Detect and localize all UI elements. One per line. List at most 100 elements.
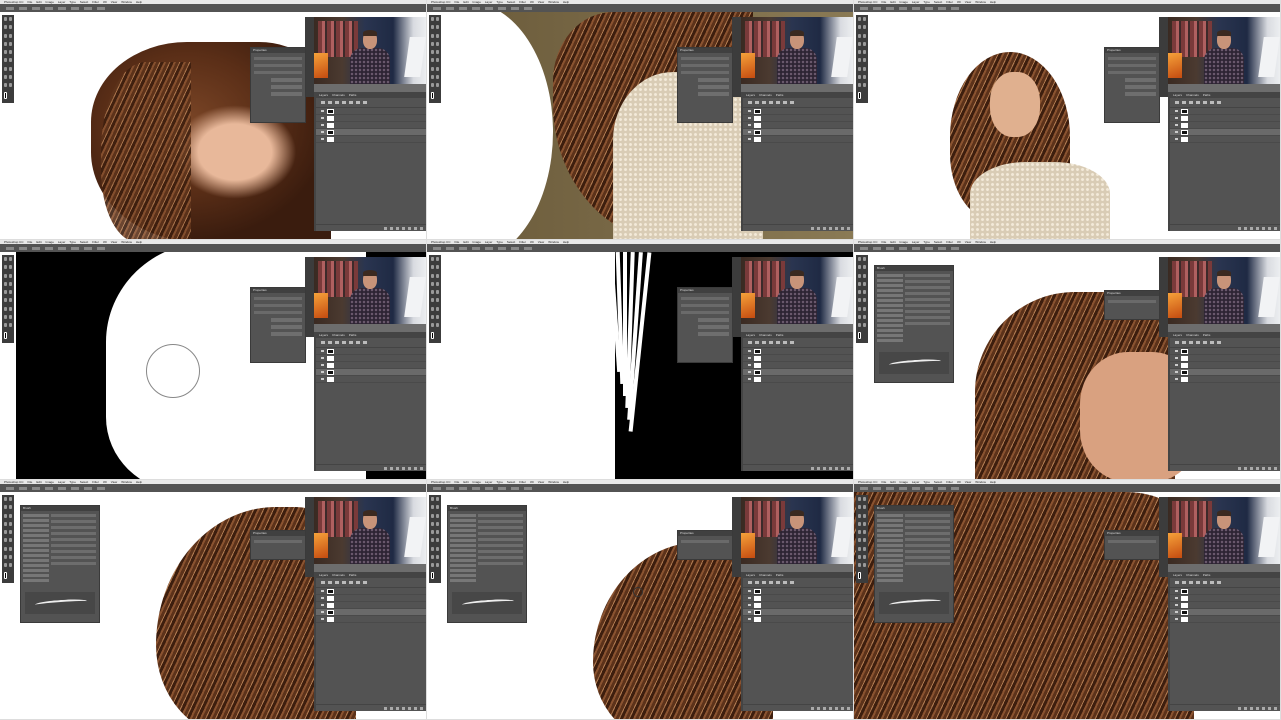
layer-control[interactable] — [755, 581, 759, 584]
layer-control[interactable] — [776, 341, 780, 344]
tool-icon[interactable] — [9, 75, 12, 80]
layer-control[interactable] — [762, 581, 766, 584]
option-control[interactable] — [446, 486, 454, 490]
setting-item[interactable] — [877, 309, 903, 312]
eye-icon[interactable] — [748, 131, 751, 133]
tool-icon[interactable] — [436, 75, 439, 80]
option-control[interactable] — [45, 486, 53, 490]
layer-control[interactable] — [748, 101, 752, 104]
tool-icon[interactable] — [4, 513, 7, 518]
brush-option[interactable] — [478, 532, 523, 535]
footer-icon[interactable] — [396, 706, 399, 710]
tool-icon[interactable] — [4, 50, 7, 55]
tool-icon[interactable] — [9, 257, 12, 261]
setting-item[interactable] — [877, 299, 903, 302]
brush-option[interactable] — [478, 556, 523, 559]
footer-icon[interactable] — [1262, 466, 1265, 470]
layer-row[interactable] — [743, 136, 853, 143]
eye-icon[interactable] — [748, 597, 751, 599]
option-control[interactable] — [938, 6, 946, 10]
option-control[interactable] — [446, 246, 454, 250]
setting-item[interactable] — [877, 274, 903, 277]
layer-control[interactable] — [769, 101, 773, 104]
tab[interactable]: Layers — [319, 333, 328, 337]
slider[interactable] — [254, 297, 302, 300]
layer-control[interactable] — [356, 101, 360, 104]
tab[interactable]: Channels — [332, 93, 345, 97]
footer-icon[interactable] — [1250, 466, 1253, 470]
tool-icon[interactable] — [858, 555, 861, 560]
option-control[interactable] — [524, 6, 532, 10]
tool-icon[interactable] — [863, 290, 866, 295]
slider[interactable] — [681, 71, 729, 74]
tool-icon[interactable] — [858, 513, 861, 518]
layer-row[interactable] — [316, 115, 426, 122]
setting-item[interactable] — [877, 329, 903, 332]
tool-icon[interactable] — [4, 306, 7, 311]
layer-control[interactable] — [363, 341, 367, 344]
layer-control[interactable] — [1196, 581, 1200, 584]
option-control[interactable] — [860, 486, 868, 490]
option-control[interactable] — [84, 6, 92, 10]
brush-option[interactable] — [905, 556, 950, 559]
setting-item[interactable] — [23, 554, 49, 557]
option-control[interactable] — [71, 246, 79, 250]
footer-icon[interactable] — [396, 226, 399, 230]
color-swatch-icon[interactable] — [858, 571, 861, 579]
color-swatch-icon[interactable] — [4, 91, 7, 99]
tool-icon[interactable] — [863, 257, 866, 261]
footer-icon[interactable] — [1250, 226, 1253, 230]
tool-icon[interactable] — [436, 41, 439, 46]
tool-icon[interactable] — [858, 273, 861, 278]
tool-icon[interactable] — [9, 513, 12, 518]
footer-icon[interactable] — [420, 706, 423, 710]
brush-option[interactable] — [51, 550, 96, 553]
footer-icon[interactable] — [829, 226, 832, 230]
setting-item[interactable] — [877, 314, 903, 317]
eye-icon[interactable] — [748, 590, 751, 592]
tool-icon[interactable] — [431, 281, 434, 286]
brush-option[interactable] — [51, 562, 96, 565]
tool-icon[interactable] — [436, 521, 439, 526]
tool-icon[interactable] — [858, 315, 861, 320]
tool-icon[interactable] — [9, 555, 12, 560]
option-control[interactable] — [925, 486, 933, 490]
layer-control[interactable] — [363, 101, 367, 104]
color-swatch-icon[interactable] — [431, 91, 434, 99]
footer-icon[interactable] — [811, 226, 814, 230]
tool-icon[interactable] — [9, 563, 12, 568]
tool-icon[interactable] — [436, 273, 439, 278]
tab[interactable]: Channels — [759, 93, 772, 97]
option-control[interactable] — [472, 6, 480, 10]
tool-icon[interactable] — [863, 265, 866, 270]
footer-icon[interactable] — [811, 706, 814, 710]
layer-control[interactable] — [328, 581, 332, 584]
brush-option[interactable] — [478, 562, 523, 565]
footer-icon[interactable] — [420, 466, 423, 470]
eye-icon[interactable] — [1175, 124, 1178, 126]
option-control[interactable] — [524, 246, 532, 250]
tool-icon[interactable] — [858, 281, 861, 286]
slider[interactable] — [254, 311, 302, 314]
layer-control[interactable] — [762, 341, 766, 344]
layer-control[interactable] — [769, 341, 773, 344]
layer-control[interactable] — [335, 101, 339, 104]
setting-item[interactable] — [450, 564, 476, 567]
layer-control[interactable] — [328, 101, 332, 104]
eye-icon[interactable] — [748, 618, 751, 620]
setting-item[interactable] — [23, 534, 49, 537]
tool-icon[interactable] — [863, 75, 866, 80]
tool-icon[interactable] — [431, 538, 434, 543]
footer-icon[interactable] — [384, 226, 387, 230]
tool-icon[interactable] — [4, 323, 7, 328]
tool-icon[interactable] — [4, 281, 7, 286]
tool-icon[interactable] — [436, 17, 439, 21]
option-control[interactable] — [886, 6, 894, 10]
eye-icon[interactable] — [1175, 350, 1178, 352]
panel-button[interactable] — [698, 85, 729, 89]
option-control[interactable] — [6, 486, 14, 490]
option-control[interactable] — [446, 6, 454, 10]
tab[interactable]: Channels — [759, 333, 772, 337]
tool-icon[interactable] — [436, 298, 439, 303]
layer-row[interactable] — [1170, 122, 1280, 129]
